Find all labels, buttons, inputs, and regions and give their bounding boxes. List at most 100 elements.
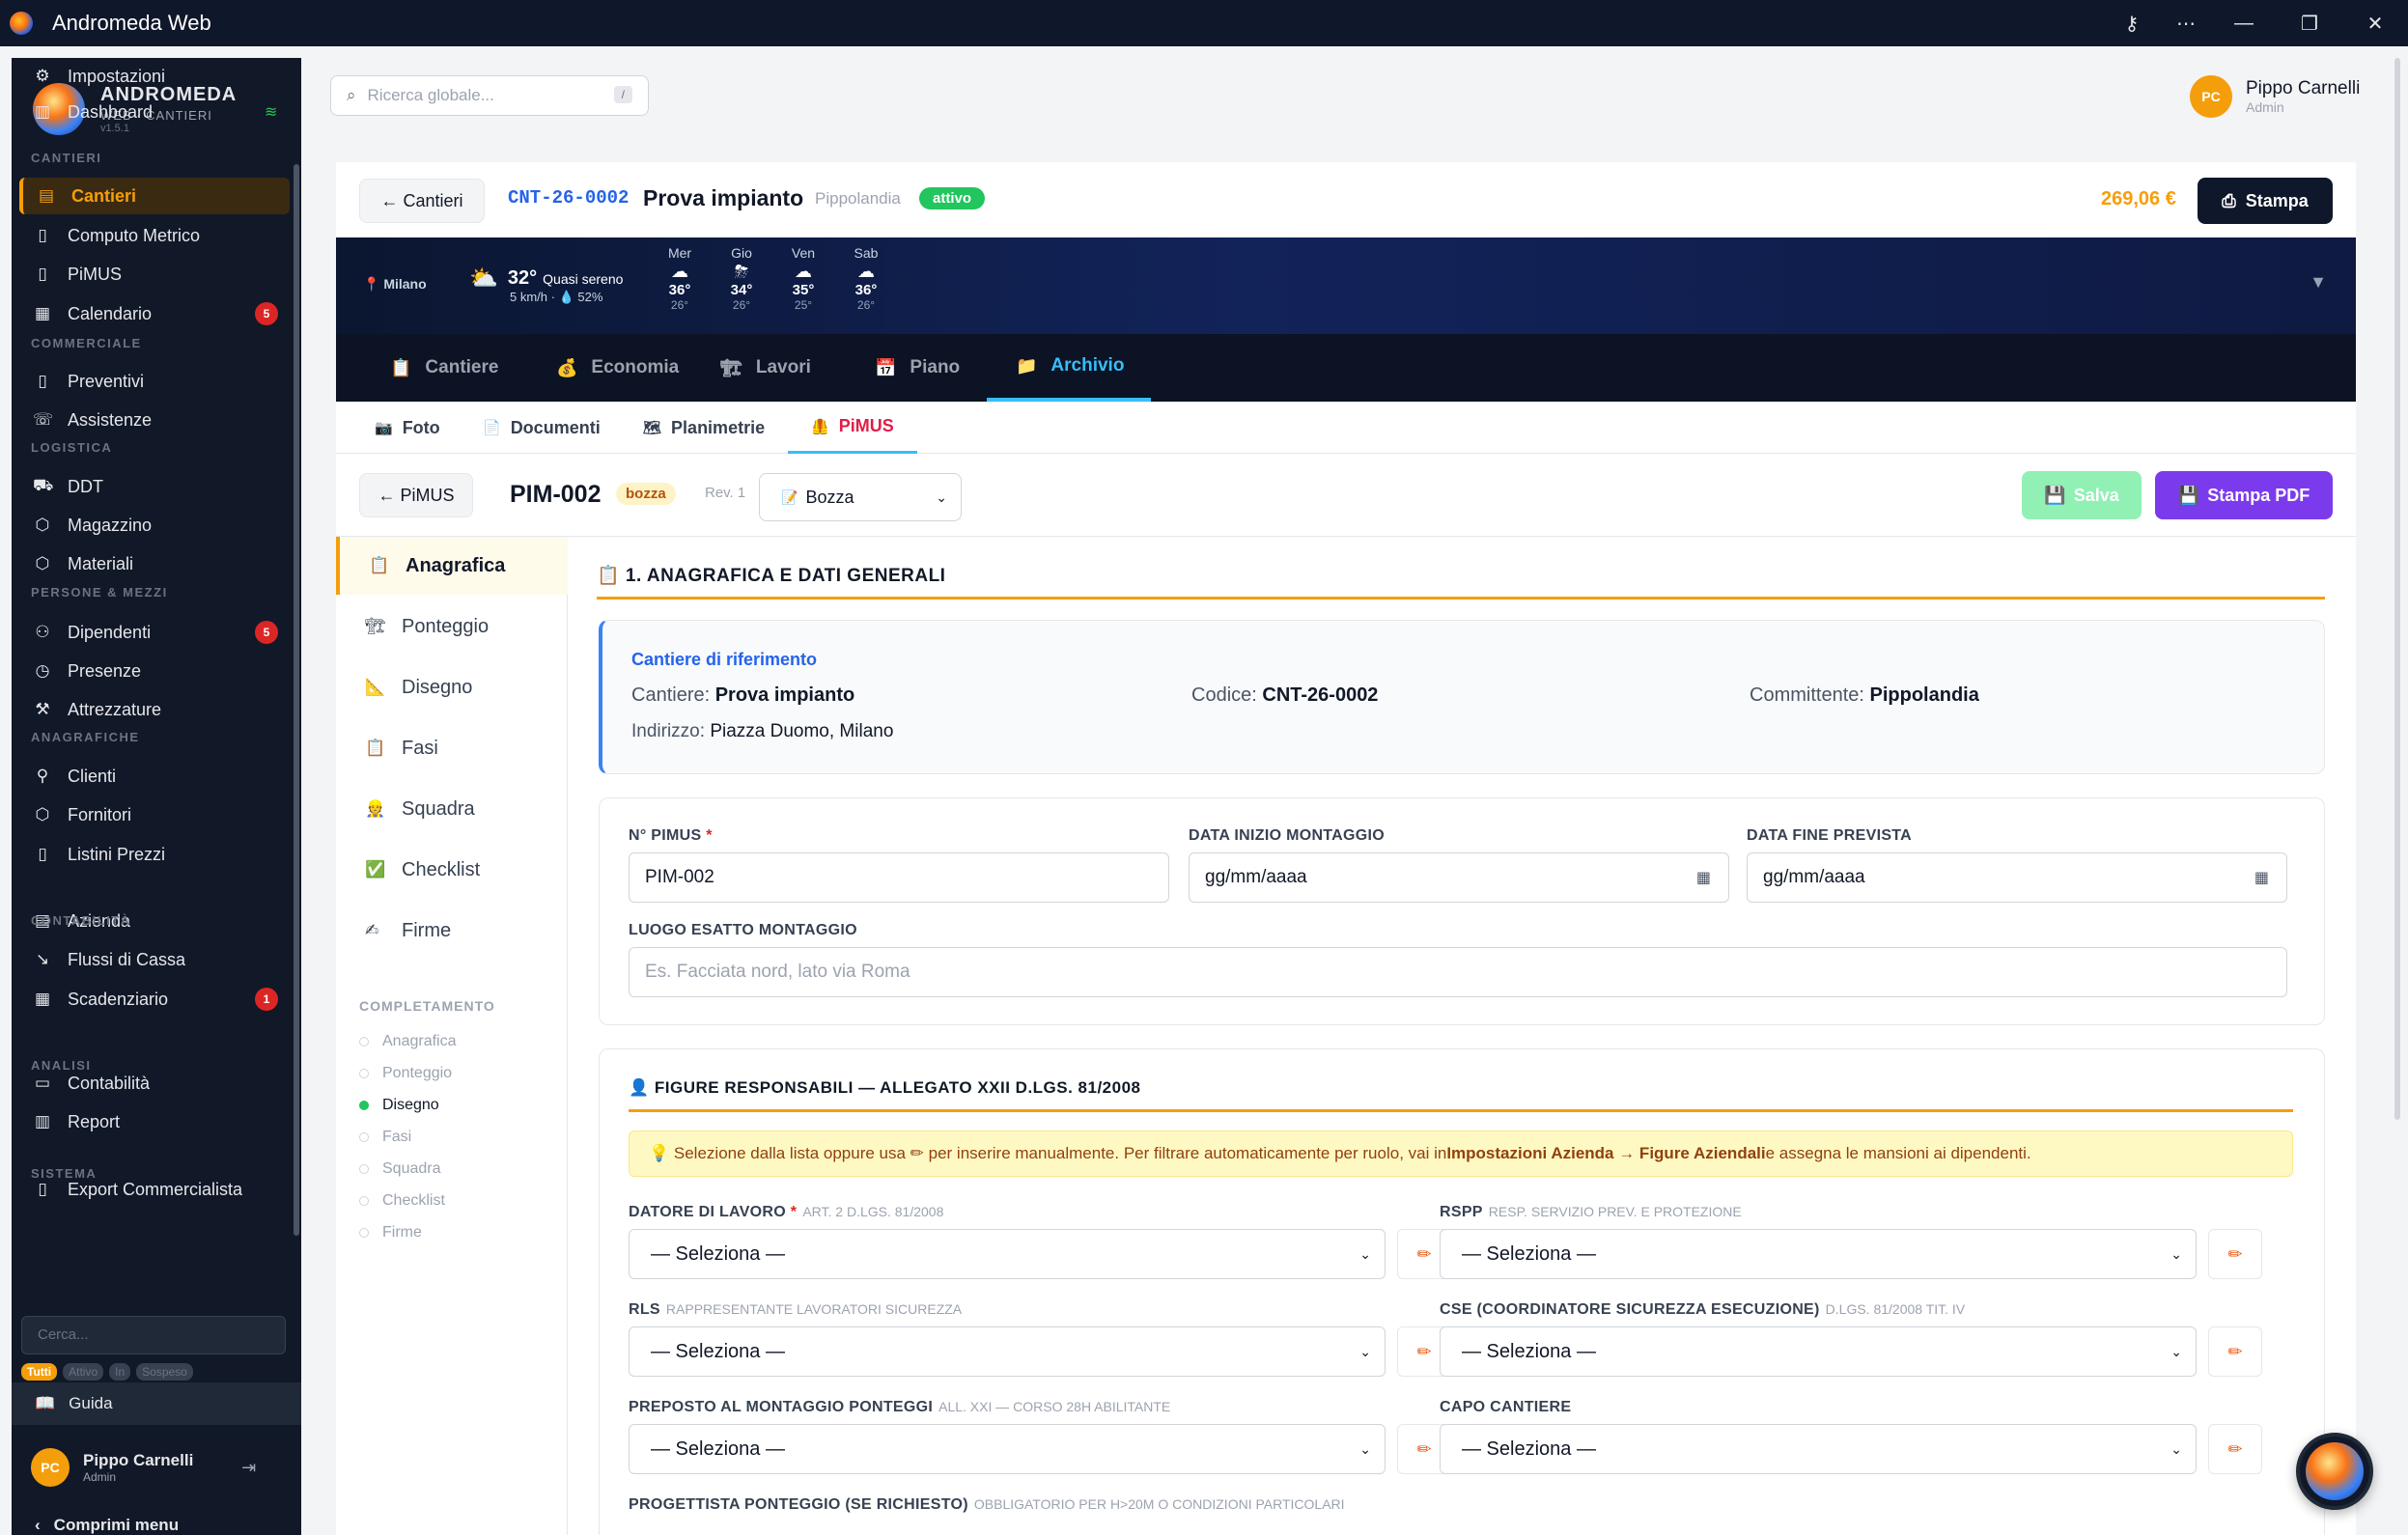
print-pdf-label: Stampa PDF bbox=[2207, 485, 2310, 505]
topbar-user[interactable]: PC Pippo Carnelli Admin bbox=[2190, 75, 2360, 118]
back-to-cantieri-button[interactable]: ← Cantieri bbox=[359, 179, 485, 223]
tab-archivio[interactable]: 📁 Archivio bbox=[987, 334, 1151, 402]
sidebar-item-preventivi[interactable]: ▯ Preventivi bbox=[19, 363, 290, 400]
section-nav-firme[interactable]: ✍ Firme bbox=[336, 902, 568, 960]
sidebar-item-dashboard[interactable]: ▥ Dashboard bbox=[19, 94, 290, 130]
tab-label: Archivio bbox=[1050, 355, 1125, 376]
section-nav-ponteggio[interactable]: 🏗 Ponteggio bbox=[336, 598, 568, 656]
subtab-pimus[interactable]: 🦺 PiMUS bbox=[788, 402, 917, 454]
calendar-icon[interactable]: ▦ bbox=[1696, 868, 1711, 887]
more-icon[interactable]: ⋯ bbox=[2155, 0, 2217, 46]
npimus-input[interactable]: PIM-002 bbox=[629, 852, 1169, 903]
global-search-input[interactable]: ⌕ Ricerca globale... / bbox=[330, 75, 649, 116]
tab-icon: 📋 bbox=[390, 357, 412, 377]
role-select[interactable]: — Seleziona — ⌄ bbox=[1440, 1424, 2197, 1474]
save-button[interactable]: 💾 Salva bbox=[2022, 471, 2142, 519]
sidebar-item-label: PiMUS bbox=[68, 264, 123, 284]
sidebar-item-report[interactable]: ▥ Report bbox=[19, 1103, 290, 1140]
sidebar-user[interactable]: PC Pippo Carnelli Admin ⇥ bbox=[31, 1448, 256, 1487]
restore-button[interactable]: ❐ bbox=[2279, 0, 2340, 46]
sidebar-item-computo-metrico[interactable]: ▯ Computo Metrico bbox=[19, 217, 290, 254]
assistant-fab-button[interactable] bbox=[2296, 1433, 2373, 1510]
minimize-button[interactable]: — bbox=[2213, 0, 2275, 46]
section-nav-squadra[interactable]: 👷 Squadra bbox=[336, 780, 568, 838]
guide-link[interactable]: 📖 Guida bbox=[12, 1382, 301, 1425]
cloud-icon: ☁ bbox=[795, 262, 812, 281]
tab-lavori[interactable]: 🏗 Lavori bbox=[720, 334, 811, 402]
sidebar-item-flussi-di-cassa[interactable]: ↘ Flussi di Cassa bbox=[19, 941, 290, 978]
sidebar-item-listini-prezzi[interactable]: ▯ Listini Prezzi bbox=[19, 836, 290, 873]
sidebar-item-ddt[interactable]: ⛟ DDT bbox=[19, 468, 290, 505]
logout-icon[interactable]: ⇥ bbox=[241, 1458, 256, 1478]
edit-pencil-button[interactable]: ✏ bbox=[2208, 1229, 2262, 1279]
filter-chip-attivo[interactable]: Attivo bbox=[63, 1363, 104, 1381]
section-nav-fasi[interactable]: 📋 Fasi bbox=[336, 719, 568, 777]
location-input[interactable]: Es. Facciata nord, lato via Roma bbox=[629, 947, 2287, 997]
key-icon[interactable]: ⚷ bbox=[2101, 0, 2163, 46]
weather-widget[interactable]: 📍 Milano ⛅ 32° Quasi sereno 5 km/h · 💧 5… bbox=[336, 237, 2356, 334]
weather-city: 📍 Milano bbox=[363, 276, 427, 293]
section-nav: 📋 Anagrafica 🏗 Ponteggio 📐 Disegno 📋 Fasi 👷 Squad… bbox=[336, 537, 568, 1535]
sidebar-search-input[interactable]: Cerca... bbox=[21, 1316, 286, 1354]
print-pdf-button[interactable]: 💾 Stampa PDF bbox=[2155, 471, 2333, 519]
status-select[interactable]: 📝 Bozza ⌄ bbox=[759, 473, 962, 521]
tab-cantiere[interactable]: 📋 Cantiere bbox=[390, 334, 498, 402]
sidebar-item-presenze[interactable]: ◷ Presenze bbox=[19, 653, 290, 689]
section-nav-label: Checklist bbox=[402, 858, 481, 880]
collapse-menu-button[interactable]: ‹ Comprimi menu bbox=[35, 1516, 179, 1535]
section-nav-anagrafica[interactable]: 📋 Anagrafica bbox=[336, 537, 568, 595]
sidebar-item-dipendenti[interactable]: ⚇ Dipendenti 5 bbox=[19, 614, 290, 651]
subtab-documenti[interactable]: 📄 Documenti bbox=[483, 402, 601, 454]
sidebar-item-assistenze[interactable]: ☏ Assistenze bbox=[19, 402, 290, 438]
role-select[interactable]: — Seleziona — ⌄ bbox=[1440, 1326, 2197, 1377]
calendar-icon[interactable]: ▦ bbox=[2254, 868, 2269, 887]
role-select[interactable]: — Seleziona — ⌄ bbox=[1440, 1229, 2197, 1279]
pencil-icon: ✏ bbox=[2227, 1243, 2243, 1264]
sidebar-item-calendario[interactable]: ▦ Calendario 5 bbox=[19, 295, 290, 332]
tab-piano[interactable]: 📅 Piano bbox=[875, 334, 960, 402]
end-date-input[interactable]: gg/mm/aaaa ▦ bbox=[1747, 852, 2287, 903]
section-divider bbox=[597, 597, 2325, 600]
sidebar-item-attrezzature[interactable]: ⚒ Attrezzature bbox=[19, 691, 290, 728]
section-nav-disegno[interactable]: 📐 Disegno bbox=[336, 658, 568, 716]
edit-pencil-button[interactable]: ✏ bbox=[2208, 1424, 2262, 1474]
sidebar-item-impostazioni[interactable]: ⚙ Impostazioni bbox=[19, 58, 290, 95]
subtab-foto[interactable]: 📷 Foto bbox=[375, 402, 440, 454]
sidebar-item-pimus[interactable]: ▯ PiMUS bbox=[19, 256, 290, 293]
print-button[interactable]: ⎙ Stampa bbox=[2198, 178, 2333, 224]
edit-pencil-button[interactable]: ✏ bbox=[2208, 1326, 2262, 1377]
sidebar-item-fornitori[interactable]: ⬡ Fornitori bbox=[19, 796, 290, 833]
role-label: RLS RAPPRESENTANTE LAVORATORI SICUREZZA bbox=[629, 1301, 962, 1319]
info-value: Piazza Duomo, Milano bbox=[710, 721, 894, 741]
sidebar-item-clienti[interactable]: ⚲ Clienti bbox=[19, 758, 290, 795]
chevron-down-icon[interactable]: ▼ bbox=[2310, 272, 2327, 293]
sidebar-item-magazzino[interactable]: ⬡ Magazzino bbox=[19, 507, 290, 544]
sidebar-scrollbar[interactable] bbox=[294, 164, 299, 1236]
tab-label: Economia bbox=[591, 357, 680, 377]
completion-item: Disegno bbox=[359, 1097, 439, 1114]
save-label: Salva bbox=[2073, 485, 2119, 505]
start-date-input[interactable]: gg/mm/aaaa ▦ bbox=[1189, 852, 1729, 903]
filter-chip-tutti[interactable]: Tutti bbox=[21, 1363, 58, 1381]
sidebar-item-cantieri[interactable]: ▤ Cantieri bbox=[19, 178, 290, 214]
required-mark: * bbox=[790, 1204, 798, 1220]
section-nav-checklist[interactable]: ✅ Checklist bbox=[336, 841, 568, 899]
chevron-down-icon: ⌄ bbox=[2170, 1343, 2182, 1359]
subtab-planimetrie[interactable]: 🗺 Planimetrie bbox=[643, 402, 765, 454]
filter-chip-sospeso[interactable]: Sospeso bbox=[136, 1363, 193, 1381]
role-select[interactable]: — Seleziona — ⌄ bbox=[629, 1229, 1386, 1279]
role-select[interactable]: — Seleziona — ⌄ bbox=[629, 1424, 1386, 1474]
sidebar-item-scadenziario[interactable]: ▦ Scadenziario 1 bbox=[19, 981, 290, 1018]
section-nav-label: Squadra bbox=[402, 797, 475, 820]
tab-economia[interactable]: 💰 Economia bbox=[556, 334, 679, 402]
tab-icon: 📷 bbox=[375, 420, 393, 436]
page-scrollbar[interactable] bbox=[2394, 58, 2400, 1120]
info-codice: Codice: CNT-26-0002 bbox=[1191, 684, 1378, 707]
tip-link[interactable]: Impostazioni Azienda → Figure Aziendali bbox=[1446, 1144, 1765, 1163]
role-select[interactable]: — Seleziona — ⌄ bbox=[629, 1326, 1386, 1377]
sidebar-item-materiali[interactable]: ⬡ Materiali bbox=[19, 545, 290, 582]
tab-icon: 🏗 bbox=[720, 357, 742, 377]
filter-chip-in[interactable]: In bbox=[109, 1363, 131, 1381]
back-to-pimus-button[interactable]: ← PiMUS bbox=[359, 473, 473, 517]
close-button[interactable]: ✕ bbox=[2344, 0, 2406, 46]
